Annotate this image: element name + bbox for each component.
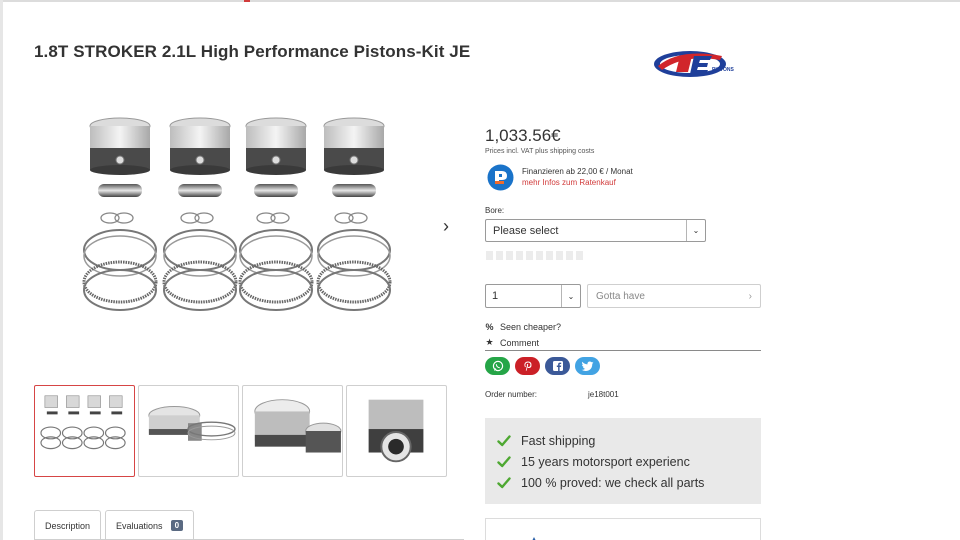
feature-item: 100 % proved: we check all parts [497,472,761,493]
thumbnail-pistons-closeup-icon [254,399,342,453]
percent-icon: % [485,322,494,332]
finance-more-info-link[interactable]: mehr Infos zum Ratenkauf [522,178,616,187]
star-icon: ★ [485,337,494,347]
thumbnail-piston-pin-icon [368,399,424,463]
product-title: 1.8T STROKER 2.1L High Performance Pisto… [34,42,471,61]
frame-left-edge [0,0,3,540]
pinterest-icon [523,361,531,371]
tab-evaluations[interactable]: Evaluations 0 [105,510,195,540]
share-facebook-button[interactable] [545,357,570,375]
thumbnail-3[interactable] [242,385,343,477]
whatsapp-icon [492,360,503,372]
thumbnail-piston-assembly-icon [148,406,236,441]
links-divider [485,350,761,351]
pistons-kit-image [82,116,392,312]
trust-badge-box [485,518,761,540]
comment-link[interactable]: ★ Comment [485,337,539,348]
bore-select-value: Please select [493,224,559,237]
share-buttons [485,357,600,375]
facebook-icon [552,361,563,371]
feature-item: Fast shipping [497,430,761,451]
je-pistons-logo-icon: PISTONS [654,51,735,77]
share-whatsapp-button[interactable] [485,357,510,375]
checkmark-icon [497,434,511,446]
twitter-icon [581,361,594,371]
bore-label: Bore: [485,206,505,215]
chevron-right-icon: › [748,290,752,302]
order-number-label: Order number: [485,390,538,399]
thumbnail-strip [34,385,447,477]
tab-evaluations-label: Evaluations [116,520,163,531]
price-note: Prices incl. VAT plus shipping costs [485,148,595,155]
tab-description-label: Description [45,520,91,531]
chevron-down-icon: ⌄ [567,291,575,301]
finance-ratenkauf-icon[interactable] [487,164,514,191]
feature-text: 15 years motorsport experienc [521,454,690,469]
product-tabs: Description Evaluations 0 [34,510,195,540]
comment-label: Comment [500,337,540,348]
main-product-image[interactable] [60,100,425,325]
brand-logo[interactable]: PISTONS [650,44,742,84]
evaluations-count-badge: 0 [170,520,184,531]
product-price: 1,033.56€ [485,126,561,145]
checkmark-icon [497,476,511,488]
features-box: Fast shipping 15 years motorsport experi… [485,418,761,504]
tab-description[interactable]: Description [34,510,102,540]
thumbnail-4[interactable] [346,385,447,477]
thumbnail-pistons-kit-icon [40,395,126,450]
feature-text: Fast shipping [521,433,596,448]
quantity-value: 1 [492,290,499,302]
top-strip-accent [244,0,250,2]
brand-logo-text: PISTONS [712,67,735,73]
browser-top-strip [0,0,960,2]
gallery-next-arrow-icon[interactable]: › [438,216,454,236]
share-pinterest-button[interactable] [515,357,540,375]
seen-cheaper-label: Seen cheaper? [500,322,562,332]
thumbnail-2[interactable] [138,385,239,477]
trust-badge-icon [532,537,536,540]
chevron-down-icon: ⌄ [692,226,700,235]
feature-text: 100 % proved: we check all parts [521,475,705,490]
checkmark-icon [497,455,511,467]
feature-item: 15 years motorsport experienc [497,451,761,472]
add-to-cart-label: Gotta have [596,290,645,302]
add-to-cart-button[interactable]: Gotta have › [587,284,761,308]
quantity-select[interactable]: 1 ⌄ [485,284,581,308]
product-page: 1.8T STROKER 2.1L High Performance Pisto… [0,0,960,540]
variant-loading-placeholder [486,251,583,260]
seen-cheaper-link[interactable]: % Seen cheaper? [485,322,561,332]
bore-select[interactable]: Please select ⌄ [485,219,706,242]
order-number-value: je18t001 [588,390,619,399]
finance-title: Finanzieren ab 22,00 € / Monat [522,167,633,176]
share-twitter-button[interactable] [575,357,600,375]
thumbnail-1[interactable] [34,385,135,477]
